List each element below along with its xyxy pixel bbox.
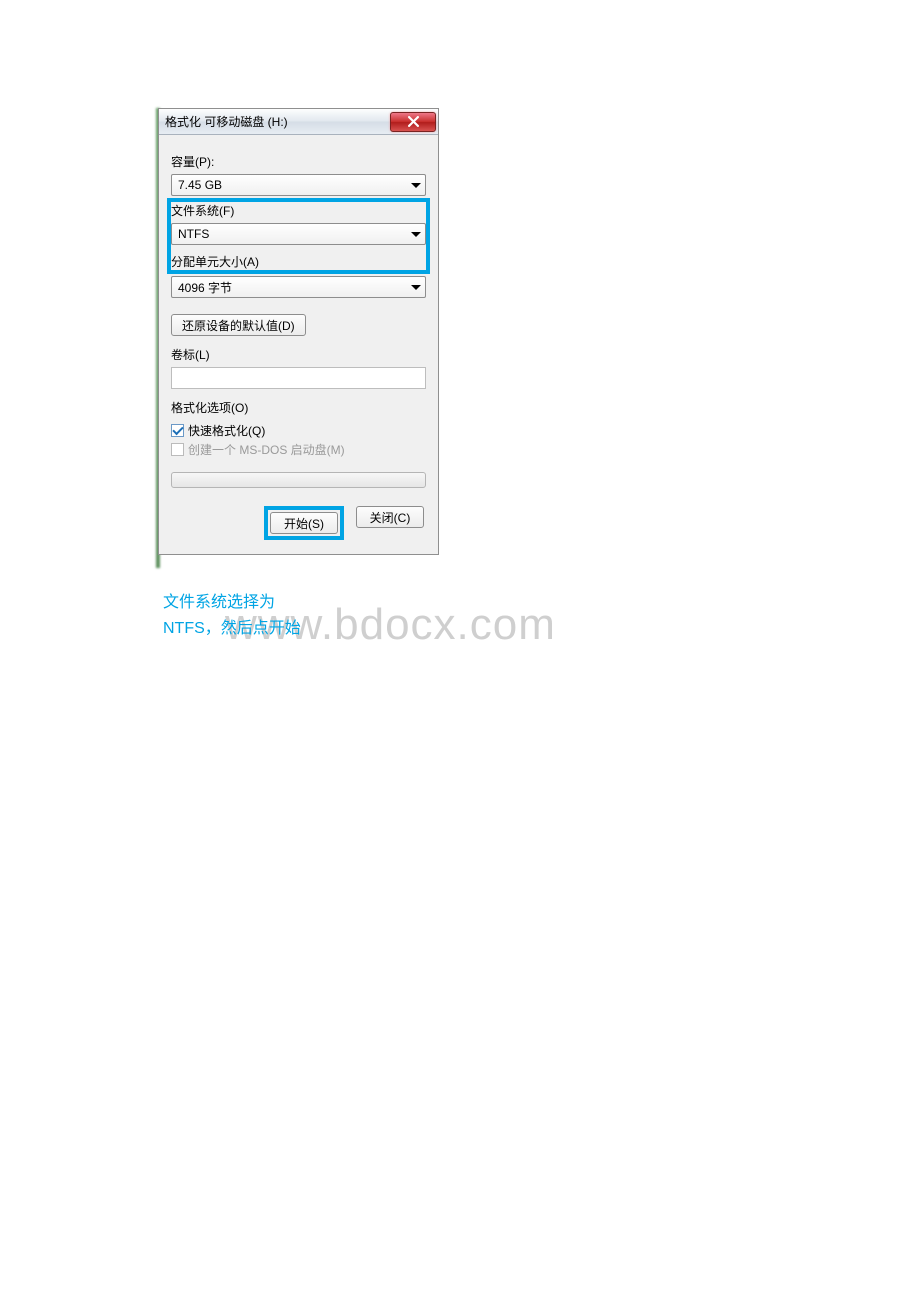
filesystem-value: NTFS <box>178 227 209 241</box>
progress-bar <box>171 472 426 488</box>
format-options-group: 格式化选项(O) 快速格式化(Q) 创建一个 MS-DOS 启动盘(M) <box>171 399 426 460</box>
annotation-line-1: 文件系统选择为 <box>163 590 301 616</box>
dialog-footer: 开始(S) 关闭(C) <box>171 506 426 540</box>
chevron-down-icon <box>411 285 421 290</box>
restore-defaults-button[interactable]: 还原设备的默认值(D) <box>171 314 306 336</box>
quick-format-label: 快速格式化(Q) <box>188 422 265 439</box>
filesystem-label: 文件系统(F) <box>171 202 426 219</box>
titlebar[interactable]: 格式化 可移动磁盘 (H:) <box>159 109 438 135</box>
filesystem-highlight: 文件系统(F) NTFS 分配单元大小(A) <box>167 198 430 274</box>
capacity-value: 7.45 GB <box>178 178 222 192</box>
allocation-label: 分配单元大小(A) <box>171 253 426 270</box>
start-button-highlight: 开始(S) <box>264 506 344 540</box>
close-icon <box>408 116 419 127</box>
annotation-line-2: NTFS，然后点开始 <box>163 616 301 642</box>
instruction-annotation: 文件系统选择为 NTFS，然后点开始 <box>163 590 301 641</box>
msdos-boot-label: 创建一个 MS-DOS 启动盘(M) <box>188 441 345 458</box>
quick-format-checkbox[interactable] <box>171 424 184 437</box>
filesystem-select[interactable]: NTFS <box>171 223 426 245</box>
window-close-button[interactable] <box>390 112 436 132</box>
dialog-title: 格式化 可移动磁盘 (H:) <box>165 113 288 130</box>
format-dialog: 格式化 可移动磁盘 (H:) 容量(P): 7.45 GB 文件系统(F) NT… <box>158 108 439 555</box>
allocation-value: 4096 字节 <box>178 279 232 296</box>
format-options-label: 格式化选项(O) <box>171 399 426 416</box>
allocation-select[interactable]: 4096 字节 <box>171 276 426 298</box>
chevron-down-icon <box>411 183 421 188</box>
close-button[interactable]: 关闭(C) <box>356 506 424 528</box>
msdos-boot-row: 创建一个 MS-DOS 启动盘(M) <box>171 441 426 458</box>
capacity-label: 容量(P): <box>171 153 426 170</box>
capacity-select[interactable]: 7.45 GB <box>171 174 426 196</box>
volume-label-label: 卷标(L) <box>171 346 426 363</box>
start-button[interactable]: 开始(S) <box>270 512 338 534</box>
quick-format-row[interactable]: 快速格式化(Q) <box>171 422 426 439</box>
msdos-boot-checkbox <box>171 443 184 456</box>
dialog-body: 容量(P): 7.45 GB 文件系统(F) NTFS 分配单元大小(A) 40… <box>159 135 438 554</box>
chevron-down-icon <box>411 232 421 237</box>
volume-label-input[interactable] <box>171 367 426 389</box>
